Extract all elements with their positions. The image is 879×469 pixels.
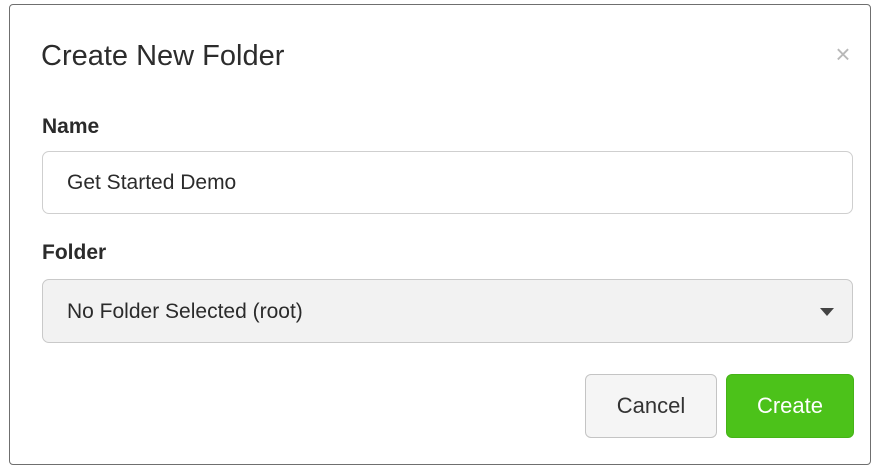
cancel-button[interactable]: Cancel: [585, 374, 717, 438]
close-icon[interactable]: ×: [830, 41, 856, 67]
create-button[interactable]: Create: [726, 374, 854, 438]
caret-down-icon: [820, 308, 834, 316]
folder-select-value: No Folder Selected (root): [67, 300, 303, 323]
folder-select[interactable]: No Folder Selected (root): [42, 279, 853, 343]
dialog-title: Create New Folder: [41, 40, 285, 72]
create-folder-dialog: Create New Folder × Name Folder No Folde…: [9, 4, 871, 465]
name-input[interactable]: [42, 151, 853, 214]
folder-label: Folder: [42, 241, 107, 264]
name-label: Name: [42, 115, 100, 138]
